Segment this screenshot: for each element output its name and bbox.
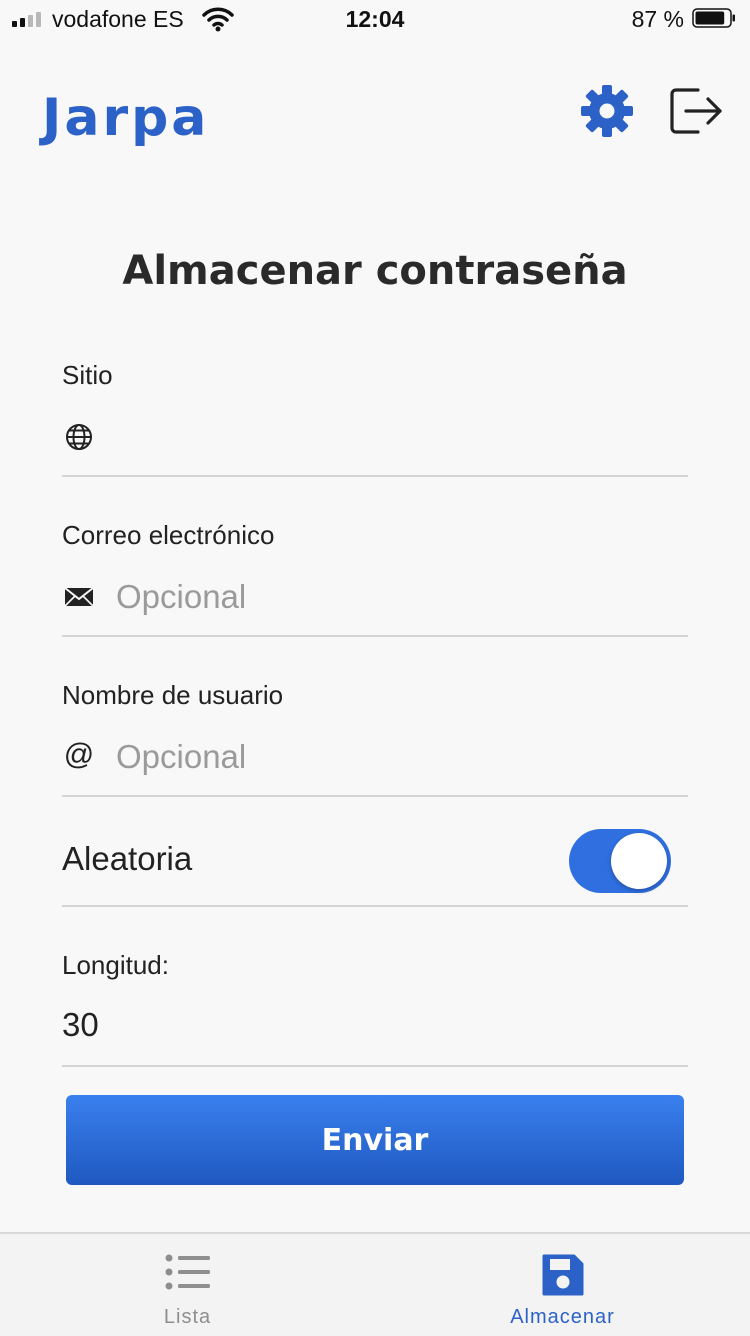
random-label: Aleatoria — [62, 840, 193, 877]
globe-icon — [66, 424, 92, 450]
divider — [62, 1065, 688, 1067]
email-label: Correo electrónico — [62, 520, 275, 550]
username-input[interactable] — [116, 734, 676, 780]
app-logo: Jarpa — [42, 88, 210, 148]
at-icon: @ — [63, 738, 95, 771]
envelope-icon — [64, 587, 94, 607]
site-input[interactable] — [116, 414, 676, 460]
submit-button[interactable]: Enviar — [66, 1095, 684, 1185]
divider — [62, 795, 688, 797]
username-label: Nombre de usuario — [62, 680, 284, 710]
length-label: Longitud: — [62, 950, 169, 980]
site-label: Sitio — [62, 360, 113, 390]
tab-store-label: Almacenar — [510, 1306, 615, 1328]
logout-icon[interactable] — [668, 86, 724, 136]
list-icon — [165, 1254, 210, 1290]
page-title: Almacenar contraseña — [122, 248, 628, 294]
battery-icon — [692, 8, 735, 28]
toggle-knob — [611, 833, 667, 889]
save-icon — [542, 1254, 583, 1296]
tab-store[interactable]: Almacenar — [375, 1234, 750, 1336]
divider — [62, 635, 688, 637]
battery-percent: 87 % — [631, 6, 684, 32]
divider — [62, 905, 688, 907]
random-toggle[interactable] — [569, 829, 671, 893]
tab-list[interactable]: Lista — [0, 1234, 375, 1336]
email-input[interactable] — [116, 574, 676, 620]
divider — [62, 475, 688, 477]
gear-icon[interactable] — [580, 84, 634, 138]
length-input[interactable]: 30 — [62, 1006, 99, 1044]
tab-list-label: Lista — [163, 1306, 212, 1328]
tab-bar: Lista Almacenar — [0, 1232, 750, 1336]
status-bar: vodafone ES 12:04 87 % — [0, 0, 750, 40]
